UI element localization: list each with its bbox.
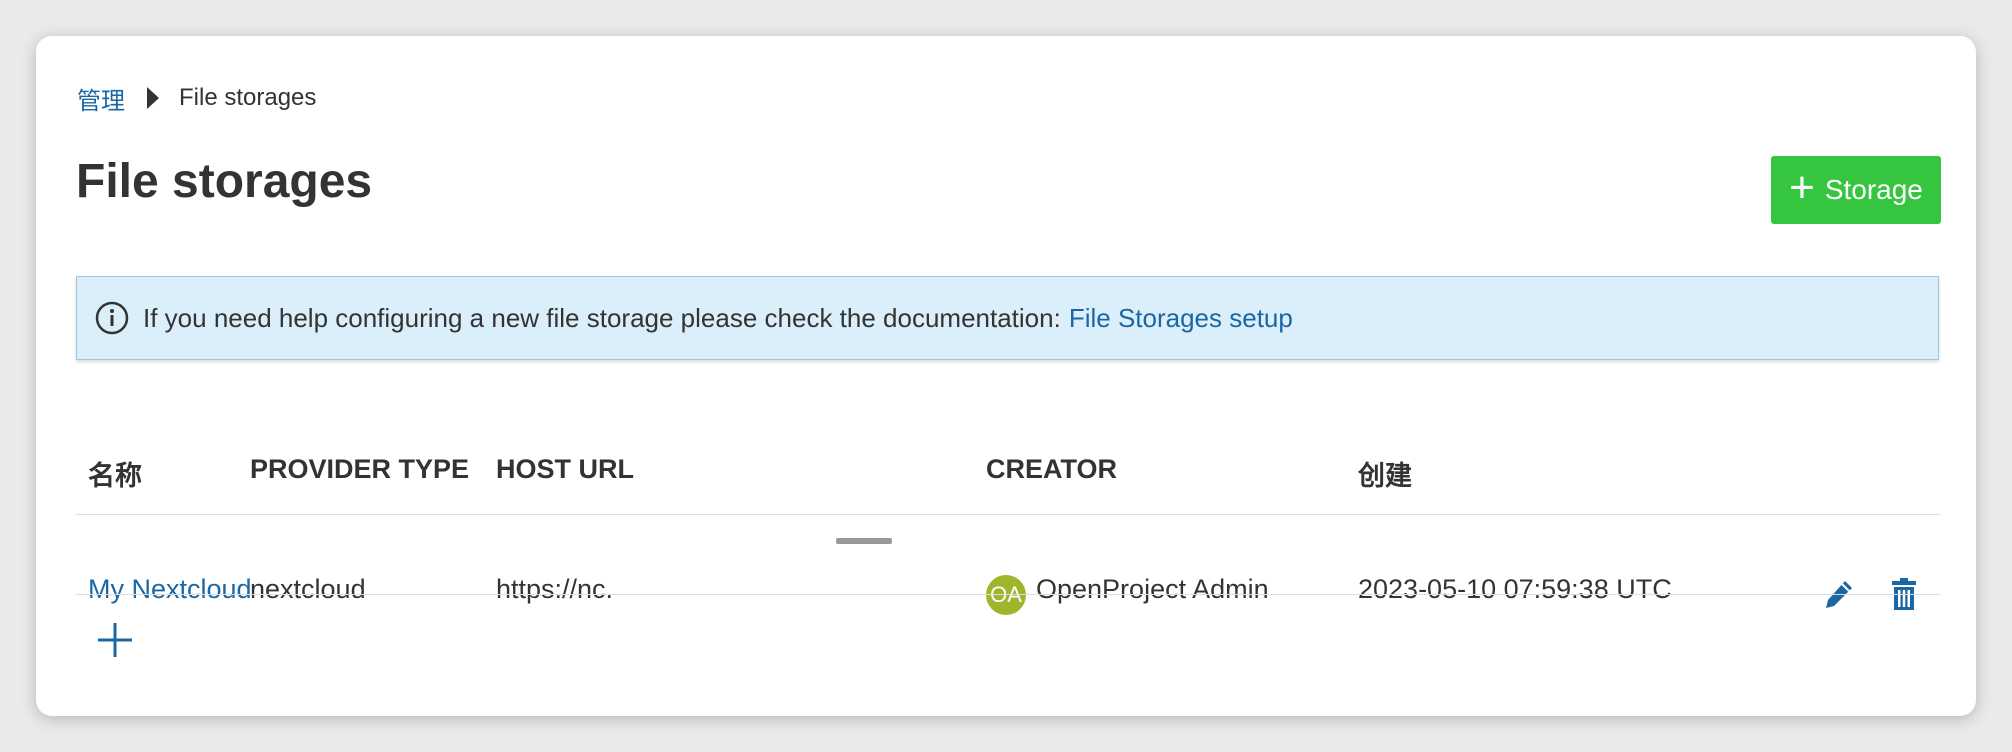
add-storage-row-plus-icon[interactable] <box>94 619 136 661</box>
avatar: OA <box>986 575 1026 615</box>
add-storage-button[interactable]: + Storage <box>1771 156 1941 224</box>
file-storages-setup-link[interactable]: File Storages setup <box>1069 303 1293 334</box>
info-icon <box>95 301 129 335</box>
file-storages-card: 管理 File storages File storages + Storage… <box>36 36 1976 716</box>
column-header-name[interactable]: 名称 <box>88 454 142 493</box>
created-cell: 2023-05-10 07:59:38 UTC <box>1358 574 1672 604</box>
page-title: File storages <box>76 155 373 208</box>
provider-type-cell: nextcloud <box>250 574 366 604</box>
help-notice: If you need help configuring a new file … <box>76 276 1939 360</box>
breadcrumb-admin-link[interactable]: 管理 <box>77 81 125 116</box>
host-url-cell: https://nc. <box>496 574 614 604</box>
breadcrumb-current: File storages <box>179 84 317 111</box>
column-header-provider-type[interactable]: PROVIDER TYPE <box>250 454 469 485</box>
column-header-host-url[interactable]: HOST URL <box>496 454 634 485</box>
plus-icon: + <box>1789 163 1815 212</box>
creator-cell: OpenProject Admin <box>1036 574 1269 604</box>
column-header-creator[interactable]: CREATOR <box>986 454 1117 485</box>
storage-name-link[interactable]: My Nextcloud <box>88 574 252 605</box>
row-divider <box>76 594 1940 595</box>
breadcrumb: 管理 File storages <box>77 81 317 116</box>
breadcrumb-separator-icon <box>147 87 159 109</box>
column-header-created[interactable]: 创建 <box>1358 454 1412 493</box>
notice-text: If you need help configuring a new file … <box>143 302 1061 333</box>
add-storage-label: Storage <box>1824 174 1923 205</box>
